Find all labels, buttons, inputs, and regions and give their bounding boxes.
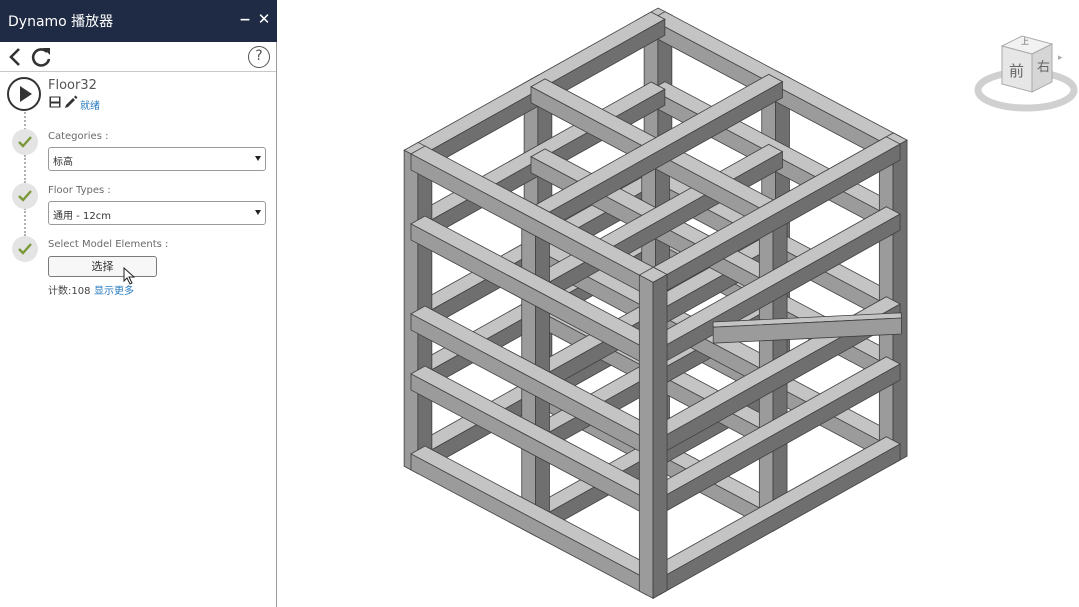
- save-icon[interactable]: [49, 96, 61, 108]
- window-title: Dynamo 播放器: [8, 14, 114, 30]
- script-name: Floor32: [48, 78, 97, 93]
- step-complete-check-icon: [12, 183, 38, 209]
- script-status: 就绪: [80, 101, 100, 112]
- floor-types-select[interactable]: 通用 - 12cm: [48, 201, 266, 225]
- title-bar: Dynamo 播放器 − ✕: [0, 0, 277, 42]
- select-elements-button[interactable]: 选择: [48, 256, 157, 277]
- edit-pencil-icon[interactable]: [64, 95, 78, 109]
- player-panel: Dynamo 播放器 − ✕ ? Floor32 就绪 Categories:…: [0, 0, 277, 607]
- back-arrow-icon[interactable]: [6, 46, 24, 68]
- step-connector: [24, 112, 26, 130]
- svg-text:▸: ▸: [1058, 53, 1063, 63]
- floor-frame-model[interactable]: [278, 0, 1079, 607]
- input-label: Select Model Elements :: [48, 239, 169, 250]
- categories-select[interactable]: 标高: [48, 147, 266, 171]
- floor-types-value: 通用 - 12cm: [53, 211, 111, 222]
- frame-members: [403, 7, 908, 600]
- step-connector: [24, 208, 26, 236]
- close-icon[interactable]: ✕: [257, 10, 271, 28]
- help-icon[interactable]: ?: [248, 46, 270, 68]
- step-complete-check-icon: [12, 129, 38, 155]
- player-toolbar: ?: [0, 42, 276, 72]
- input-label: Floor Types :: [48, 185, 111, 196]
- view-cube-front-label: 前: [1009, 62, 1025, 80]
- minimize-icon[interactable]: −: [238, 12, 252, 28]
- dynamo-player-app: Dynamo 播放器 − ✕ ? Floor32 就绪 Categories:…: [0, 0, 1079, 607]
- view-cube[interactable]: ▸ 前 右 上: [974, 32, 1079, 116]
- dropdown-arrow-icon: [255, 156, 261, 161]
- mouse-cursor-icon: [123, 267, 135, 285]
- step-connector: [24, 155, 26, 183]
- step-complete-check-icon: [12, 236, 38, 262]
- column: [638, 274, 654, 600]
- view-cube-right-label: 右: [1037, 60, 1051, 75]
- refresh-icon[interactable]: [30, 46, 52, 68]
- categories-value: 标高: [53, 157, 73, 168]
- dropdown-arrow-icon: [255, 210, 261, 215]
- run-script-button[interactable]: [7, 77, 41, 111]
- view-cube-top-label: 上: [1021, 37, 1029, 46]
- input-label: Categories :: [48, 131, 109, 142]
- play-icon: [20, 86, 32, 102]
- 3d-viewport[interactable]: ▸ 前 右 上: [278, 0, 1079, 607]
- element-count: 计数:108: [48, 286, 91, 297]
- column: [652, 273, 668, 600]
